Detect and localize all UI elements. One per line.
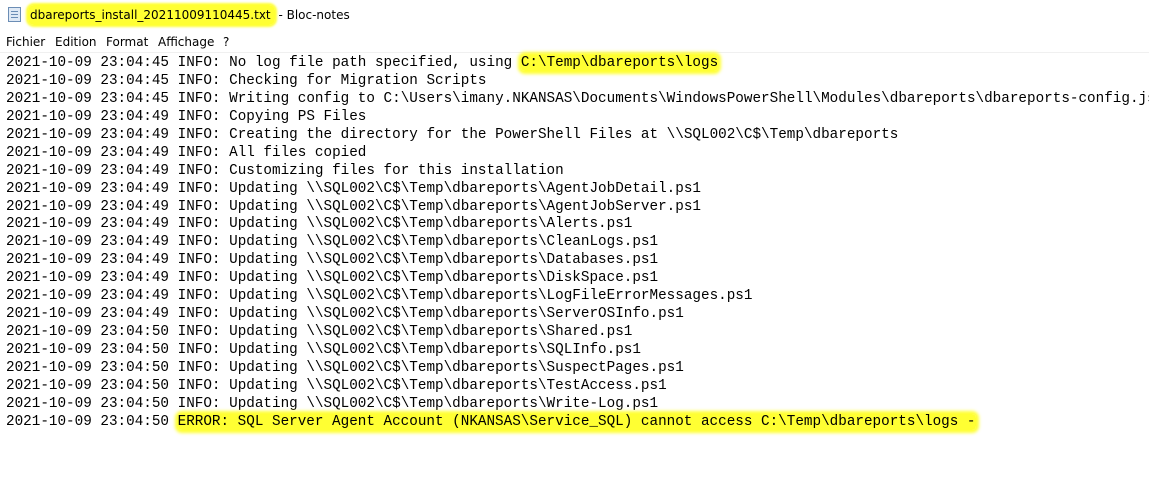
log-timestamp: 2021-10-09 23:04:49 — [6, 144, 170, 161]
log-message: Updating \\SQL002\C$\Temp\dbareports\Sha… — [229, 324, 633, 341]
log-line: 2021-10-09 23:04:45 INFO: Writing config… — [6, 91, 1149, 109]
menu-affichage[interactable]: Affichage — [156, 32, 216, 52]
log-content: 2021-10-09 23:04:45 INFO: No log file pa… — [6, 55, 1149, 432]
log-message: Copying PS Files — [229, 108, 367, 125]
log-timestamp: 2021-10-09 23:04:49 — [6, 252, 170, 269]
log-timestamp: 2021-10-09 23:04:45 — [6, 55, 170, 71]
window-title: dbareports_install_20211009110445.txt - … — [28, 5, 350, 25]
log-message: Writing config to C:\Users\imany.NKANSAS… — [229, 90, 1149, 107]
log-message: Updating \\SQL002\C$\Temp\dbareports\Dat… — [229, 252, 659, 269]
log-timestamp: 2021-10-09 23:04:50 — [6, 342, 170, 358]
menu-edition[interactable]: Edition — [53, 32, 99, 52]
menu-help[interactable]: ? — [221, 32, 231, 52]
log-line: 2021-10-09 23:04:45 INFO: Checking for M… — [6, 73, 1149, 91]
log-line: 2021-10-09 23:04:49 INFO: Updating \\SQL… — [6, 270, 1149, 288]
log-level: INFO: — [177, 252, 221, 269]
log-highlighted-text: C:\Temp\dbareports\logs — [520, 55, 719, 71]
log-message: Updating \\SQL002\C$\Temp\dbareports\Log… — [229, 288, 753, 305]
log-level: INFO: — [177, 395, 221, 412]
log-level: INFO: — [177, 359, 221, 376]
log-timestamp: 2021-10-09 23:04:49 — [6, 234, 170, 251]
log-timestamp: 2021-10-09 23:04:49 — [6, 198, 170, 215]
log-line: 2021-10-09 23:04:49 INFO: Copying PS Fil… — [6, 109, 1149, 127]
log-message: Updating \\SQL002\C$\Temp\dbareports\Dis… — [229, 270, 659, 287]
log-line: 2021-10-09 23:04:50 INFO: Updating \\SQL… — [6, 378, 1149, 396]
notepad-icon — [8, 7, 21, 22]
log-level: INFO: — [177, 126, 221, 143]
log-line: 2021-10-09 23:04:50 INFO: Updating \\SQL… — [6, 342, 1149, 360]
log-timestamp: 2021-10-09 23:04:49 — [6, 270, 170, 287]
log-line: 2021-10-09 23:04:50 INFO: Updating \\SQL… — [6, 360, 1149, 378]
log-timestamp: 2021-10-09 23:04:49 — [6, 162, 170, 179]
log-line: 2021-10-09 23:04:45 INFO: No log file pa… — [6, 55, 1149, 73]
log-line: 2021-10-09 23:04:49 INFO: Updating \\SQL… — [6, 181, 1149, 199]
log-level: INFO: — [177, 72, 221, 89]
menu-fichier[interactable]: Fichier — [4, 32, 47, 52]
log-message: Updating \\SQL002\C$\Temp\dbareports\Cle… — [229, 234, 659, 251]
log-level: INFO: — [177, 324, 221, 341]
log-level: INFO: — [177, 90, 221, 107]
log-message: No log file path specified, using — [229, 55, 521, 71]
log-timestamp: 2021-10-09 23:04:49 — [6, 126, 170, 143]
log-message: All files copied — [229, 144, 367, 161]
log-line: 2021-10-09 23:04:49 INFO: Creating the d… — [6, 127, 1149, 145]
log-message: Updating \\SQL002\C$\Temp\dbareports\Age… — [229, 180, 701, 197]
window-title-app-name: - Bloc-notes — [274, 8, 350, 22]
log-line: 2021-10-09 23:04:49 INFO: Updating \\SQL… — [6, 252, 1149, 270]
log-line: 2021-10-09 23:04:49 INFO: Updating \\SQL… — [6, 199, 1149, 217]
log-level: INFO: — [177, 108, 221, 125]
log-timestamp: 2021-10-09 23:04:50 — [6, 324, 170, 341]
log-timestamp: 2021-10-09 23:04:49 — [6, 108, 170, 125]
log-line: 2021-10-09 23:04:49 INFO: Updating \\SQL… — [6, 306, 1149, 324]
log-line: 2021-10-09 23:04:50 INFO: Updating \\SQL… — [6, 396, 1149, 414]
log-level: INFO: — [177, 342, 221, 358]
log-line: 2021-10-09 23:04:49 INFO: Updating \\SQL… — [6, 234, 1149, 252]
log-line: 2021-10-09 23:04:49 INFO: Updating \\SQL… — [6, 288, 1149, 306]
log-line: 2021-10-09 23:04:49 INFO: Updating \\SQL… — [6, 216, 1149, 234]
log-line: 2021-10-09 23:04:49 INFO: All files copi… — [6, 145, 1149, 163]
menu-format[interactable]: Format — [104, 32, 150, 52]
log-message: Updating \\SQL002\C$\Temp\dbareports\SQL… — [229, 342, 641, 358]
log-message: Creating the directory for the PowerShel… — [229, 126, 899, 143]
log-message: Customizing files for this installation — [229, 162, 564, 179]
log-level: INFO: — [177, 162, 221, 179]
log-message: Updating \\SQL002\C$\Temp\dbareports\Ale… — [229, 216, 633, 233]
log-message: Updating \\SQL002\C$\Temp\dbareports\Ser… — [229, 306, 684, 323]
text-editor-area[interactable]: 2021-10-09 23:04:45 INFO: No log file pa… — [0, 52, 1149, 501]
log-level: INFO: — [177, 216, 221, 233]
log-timestamp: 2021-10-09 23:04:49 — [6, 306, 170, 323]
title-bar: dbareports_install_20211009110445.txt - … — [0, 0, 1149, 31]
log-timestamp: 2021-10-09 23:04:50 — [6, 359, 170, 376]
log-level: INFO: — [177, 270, 221, 287]
window-title-file-name: dbareports_install_20211009110445.txt — [28, 5, 275, 25]
log-line: 2021-10-09 23:04:49 INFO: Customizing fi… — [6, 163, 1149, 181]
log-timestamp: 2021-10-09 23:04:50 — [6, 377, 170, 394]
log-level: INFO: — [177, 288, 221, 305]
log-level: INFO: — [177, 180, 221, 197]
log-message: Updating \\SQL002\C$\Temp\dbareports\Tes… — [229, 377, 667, 394]
log-timestamp: 2021-10-09 23:04:45 — [6, 90, 170, 107]
log-highlighted-text: ERROR: SQL Server Agent Account (NKANSAS… — [177, 413, 976, 430]
log-message: Updating \\SQL002\C$\Temp\dbareports\Age… — [229, 198, 701, 215]
log-timestamp: 2021-10-09 23:04:45 — [6, 72, 170, 89]
log-message: Updating \\SQL002\C$\Temp\dbareports\Wri… — [229, 395, 659, 412]
log-line: 2021-10-09 23:04:50 INFO: Updating \\SQL… — [6, 324, 1149, 342]
log-message: Updating \\SQL002\C$\Temp\dbareports\Sus… — [229, 359, 684, 376]
log-line: 2021-10-09 23:04:50 ERROR: SQL Server Ag… — [6, 413, 1149, 432]
log-timestamp: 2021-10-09 23:04:49 — [6, 180, 170, 197]
log-level: INFO: — [177, 306, 221, 323]
log-level: INFO: — [177, 198, 221, 215]
log-message: Checking for Migration Scripts — [229, 72, 487, 89]
menu-bar: Fichier Edition Format Affichage ? — [0, 32, 1149, 52]
log-level: INFO: — [177, 55, 221, 71]
log-timestamp: 2021-10-09 23:04:49 — [6, 288, 170, 305]
log-timestamp: 2021-10-09 23:04:50 — [6, 395, 170, 412]
log-timestamp: 2021-10-09 23:04:49 — [6, 216, 170, 233]
log-level: INFO: — [177, 144, 221, 161]
log-level: INFO: — [177, 377, 221, 394]
log-level: INFO: — [177, 234, 221, 251]
log-timestamp: 2021-10-09 23:04:50 — [6, 413, 170, 430]
